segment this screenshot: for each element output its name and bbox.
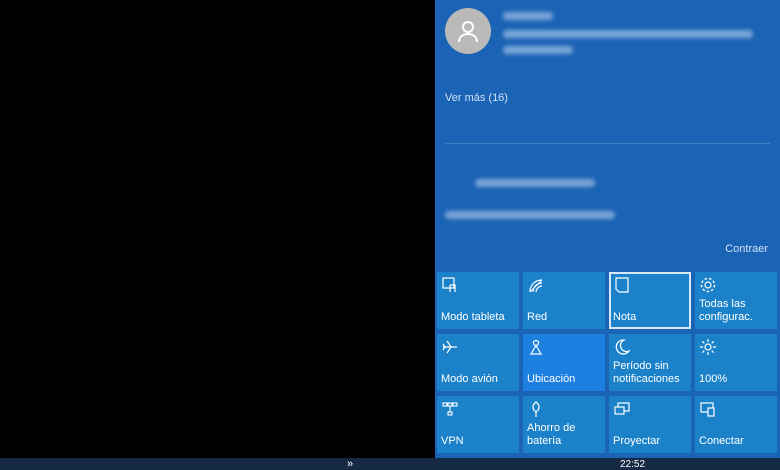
redacted-message — [445, 211, 615, 219]
taskbar: » 22:52 — [0, 458, 780, 470]
redacted-sender — [503, 12, 553, 20]
tile-brightness[interactable]: 100% — [695, 334, 777, 391]
see-more-link[interactable]: Ver más (16) — [445, 92, 508, 104]
tile-label: Ubicación — [527, 373, 576, 385]
tile-all-settings[interactable]: Todas las configurac. — [695, 272, 777, 329]
network-icon — [529, 279, 543, 293]
connect-icon — [700, 402, 715, 417]
tablet-mode-icon — [442, 277, 456, 292]
tile-label: Conectar — [699, 435, 744, 447]
desktop-background — [0, 0, 435, 458]
project-icon — [614, 402, 630, 415]
vpn-icon — [442, 402, 458, 416]
airplane-icon — [442, 340, 457, 354]
tile-label: Modo avión — [441, 373, 498, 385]
tile-label: VPN — [441, 435, 464, 447]
battery-saver-icon — [532, 401, 540, 417]
tile-label: Ahorro de batería — [527, 422, 576, 447]
tile-airplane-mode[interactable]: Modo avión — [437, 334, 519, 391]
tile-note[interactable]: Nota — [609, 272, 691, 329]
tile-tablet-mode[interactable]: Modo tableta — [437, 272, 519, 329]
tile-label: Nota — [613, 311, 637, 323]
tile-label: Proyectar — [613, 435, 661, 447]
brightness-icon — [700, 339, 716, 355]
action-center: Ver más (16) Contraer Modo tableta Red N… — [435, 0, 780, 458]
notification-item[interactable] — [445, 6, 775, 66]
redacted-message — [503, 46, 573, 54]
tile-vpn[interactable]: VPN — [437, 396, 519, 453]
clock-time[interactable]: 22:52 — [620, 459, 645, 470]
tile-label: 100% — [699, 373, 728, 385]
divider — [445, 143, 770, 144]
moon-icon — [615, 339, 631, 355]
tile-connect[interactable]: Conectar — [695, 396, 777, 453]
location-icon — [529, 339, 543, 355]
tile-project[interactable]: Proyectar — [609, 396, 691, 453]
person-icon — [458, 21, 478, 43]
overflow-chevron[interactable]: » — [347, 458, 353, 470]
tile-location[interactable]: Ubicación — [523, 334, 605, 391]
redacted-message — [503, 30, 753, 38]
tile-label: Período sin notificaciones — [613, 360, 680, 385]
tile-label: Red — [527, 311, 548, 323]
tile-label: Modo tableta — [441, 311, 505, 323]
quick-actions-grid: Modo tableta Red Nota Todas las configur… — [437, 272, 777, 453]
settings-gear-icon — [700, 277, 716, 293]
collapse-link[interactable]: Contraer — [725, 243, 768, 255]
redacted-app-name — [475, 179, 595, 187]
tile-battery-saver[interactable]: Ahorro de batería — [523, 396, 605, 453]
tile-label: Todas las configurac. — [699, 298, 753, 323]
tile-network[interactable]: Red — [523, 272, 605, 329]
tile-quiet-hours[interactable]: Período sin notificaciones — [609, 334, 691, 391]
avatar — [445, 8, 491, 54]
note-icon — [615, 277, 629, 293]
